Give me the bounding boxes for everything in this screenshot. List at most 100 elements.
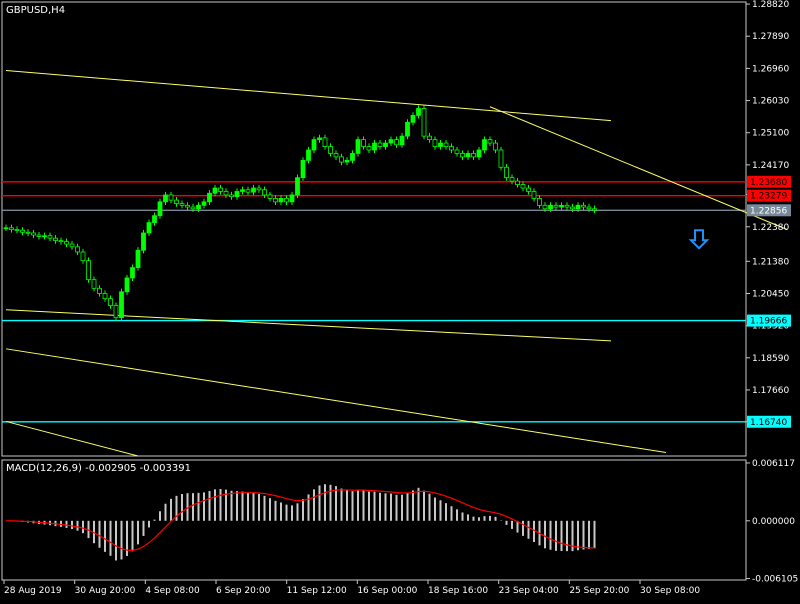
price-axis: 1.28820 1.27890 1.26960 1.26030 1.25100 1.241… — [746, 0, 791, 428]
candle-body — [245, 189, 251, 193]
candle[interactable] — [157, 198, 163, 219]
price-tick-label: 1.20450 — [752, 289, 789, 299]
candle-body — [504, 166, 509, 179]
candle-body — [25, 231, 31, 234]
candle-body — [102, 293, 108, 300]
candle-body — [223, 191, 229, 196]
candle-body — [273, 197, 278, 203]
resistance-level-label: 1.23680 — [750, 178, 787, 188]
time-tick-label: 30 Sep 08:00 — [640, 586, 700, 596]
candle[interactable] — [113, 302, 119, 321]
candle[interactable] — [124, 274, 130, 295]
candle-body — [207, 192, 212, 203]
candle-body — [394, 139, 399, 146]
candle-body — [113, 305, 119, 319]
candle-body — [372, 142, 377, 151]
candle-body — [31, 232, 36, 236]
candle-body — [553, 204, 559, 208]
candle-body — [306, 149, 311, 161]
candle-body — [465, 153, 471, 158]
candle-body — [388, 139, 394, 144]
candle[interactable] — [295, 174, 300, 199]
candle-body — [311, 139, 317, 151]
time-tick-label: 30 Aug 20:00 — [75, 586, 136, 596]
current-price-label: 1.22856 — [750, 206, 787, 216]
candle-body — [443, 142, 449, 147]
candle-body — [174, 199, 179, 204]
candle-body — [234, 191, 240, 198]
candle[interactable] — [141, 229, 146, 254]
candle[interactable] — [498, 146, 504, 171]
support-level-label: 1.16740 — [750, 418, 787, 428]
candle-body — [69, 243, 75, 248]
candle-body — [493, 142, 498, 151]
price-tick-label: 1.26030 — [752, 97, 789, 107]
time-tick-label: 28 Aug 2019 — [4, 586, 62, 596]
candle-body — [86, 260, 91, 281]
candle-body — [526, 187, 531, 192]
candle-body — [119, 291, 124, 319]
price-tick-label: 1.26960 — [752, 64, 789, 74]
candle-body — [427, 135, 432, 141]
candle-body — [262, 189, 267, 196]
candle-body — [520, 184, 526, 189]
candle-body — [482, 139, 487, 151]
candle-body — [361, 139, 366, 147]
candle-body — [295, 177, 300, 196]
candle-body — [575, 204, 581, 210]
candle-body — [42, 235, 47, 238]
candle-body — [14, 229, 20, 231]
symbol-label: GBPUSD,H4 — [6, 5, 65, 16]
candle-body — [432, 139, 438, 147]
time-tick-label: 18 Sep 16:00 — [428, 586, 488, 596]
candle[interactable] — [119, 288, 124, 321]
candle-body — [278, 197, 284, 203]
support-level-label: 1.19666 — [750, 317, 787, 327]
candle-body — [267, 194, 273, 199]
candle[interactable] — [355, 136, 361, 157]
candle-body — [416, 108, 421, 116]
candle-body — [141, 232, 146, 251]
price-tick-label: 1.25100 — [752, 129, 789, 139]
chart-canvas[interactable]: 1.28820 1.27890 1.26960 1.26030 1.25100 1.241… — [0, 0, 800, 600]
time-tick-label: 4 Sep 08:00 — [145, 586, 200, 596]
candle-body — [581, 204, 586, 208]
price-tick-label: 1.17660 — [752, 386, 789, 396]
candle-body — [515, 180, 520, 185]
candle-body — [179, 203, 185, 206]
candle-body — [212, 187, 218, 194]
chart-window: 1.28820 1.27890 1.26960 1.26030 1.25100 1.241… — [0, 0, 800, 600]
candle-body — [350, 153, 355, 161]
candle-body — [570, 206, 575, 210]
macd-tick-label: -0.006105 — [752, 575, 798, 585]
candle-body — [377, 142, 383, 147]
candle-body — [157, 201, 163, 217]
candle-body — [471, 153, 476, 158]
candle-body — [97, 287, 102, 294]
candle-body — [586, 206, 592, 210]
macd-tick-label: 0.000000 — [752, 517, 795, 527]
candle-body — [185, 204, 190, 208]
price-tick-label: 1.22380 — [752, 223, 789, 233]
candle-body — [53, 237, 58, 241]
candle[interactable] — [86, 257, 91, 283]
time-tick-label: 16 Sep 00:00 — [357, 586, 417, 596]
candle-body — [344, 159, 350, 163]
candle-body — [190, 206, 196, 210]
candle[interactable] — [300, 157, 306, 181]
candle-body — [9, 227, 14, 230]
candle[interactable] — [135, 247, 141, 271]
candle-body — [592, 208, 597, 211]
candle-body — [124, 277, 130, 293]
candle-body — [317, 137, 322, 141]
candle-body — [355, 139, 361, 154]
time-tick-label: 25 Sep 20:00 — [569, 586, 629, 596]
candle[interactable] — [421, 105, 427, 140]
price-tick-label: 1.18590 — [752, 354, 789, 364]
price-tick-label: 1.27890 — [752, 32, 789, 42]
price-tick-label: 1.28820 — [752, 0, 789, 10]
candle-body — [438, 142, 443, 147]
candle[interactable] — [405, 119, 410, 140]
candle-body — [537, 197, 542, 206]
candle-body — [531, 191, 537, 199]
